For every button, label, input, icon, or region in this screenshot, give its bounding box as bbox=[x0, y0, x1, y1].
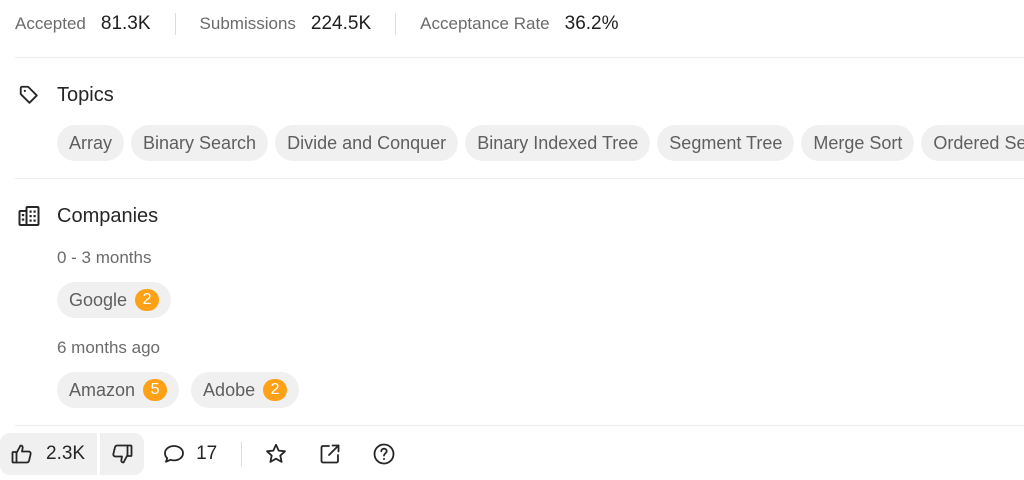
companies-header[interactable]: Companies bbox=[17, 204, 158, 228]
toolbar-divider bbox=[241, 442, 243, 466]
company-chip-amazon[interactable]: Amazon 5 bbox=[57, 372, 180, 408]
acceptance-rate-label: Acceptance Rate bbox=[420, 14, 550, 33]
accepted-label: Accepted bbox=[15, 14, 86, 33]
problem-info-panel: Accepted 81.3K Submissions 224.5K Accept… bbox=[0, 0, 1024, 480]
submissions-stat: Submissions 224.5K bbox=[200, 13, 372, 35]
acceptance-rate-stat: Acceptance Rate 36.2% bbox=[420, 13, 618, 35]
stats-row: Accepted 81.3K Submissions 224.5K Accept… bbox=[15, 12, 619, 36]
star-icon bbox=[264, 442, 288, 466]
topic-chip[interactable]: Array bbox=[57, 125, 125, 161]
acceptance-rate-value: 36.2% bbox=[564, 13, 619, 34]
bottom-toolbar: 2.3K 17 bbox=[0, 433, 396, 475]
company-list: Google 2 bbox=[57, 282, 178, 318]
like-count: 2.3K bbox=[46, 443, 86, 464]
share-icon bbox=[318, 442, 342, 466]
topic-chip[interactable]: Merge Sort bbox=[801, 125, 915, 161]
company-name: Amazon bbox=[69, 379, 136, 400]
section-divider bbox=[15, 425, 1024, 426]
section-divider bbox=[15, 57, 1024, 58]
dislike-button[interactable] bbox=[100, 433, 145, 475]
topics-title: Topics bbox=[57, 83, 114, 106]
topic-chip[interactable]: Divide and Conquer bbox=[275, 125, 459, 161]
comment-icon bbox=[162, 442, 186, 466]
company-count-badge: 2 bbox=[263, 379, 288, 401]
tag-icon bbox=[17, 83, 41, 107]
company-name: Google bbox=[69, 289, 128, 310]
favorite-button[interactable] bbox=[264, 442, 288, 466]
companies-title: Companies bbox=[57, 204, 159, 227]
help-button[interactable] bbox=[372, 442, 396, 466]
topic-chip[interactable]: Binary Search bbox=[131, 125, 269, 161]
period-label: 0 - 3 months bbox=[57, 248, 152, 267]
stat-divider bbox=[174, 13, 176, 35]
help-icon bbox=[372, 442, 396, 466]
topics-list: Array Binary Search Divide and Conquer B… bbox=[57, 125, 1024, 161]
share-button[interactable] bbox=[318, 442, 342, 466]
company-chip-adobe[interactable]: Adobe 2 bbox=[191, 372, 300, 408]
submissions-label: Submissions bbox=[199, 14, 296, 33]
company-list: Amazon 5 Adobe 2 bbox=[57, 372, 306, 408]
company-name: Adobe bbox=[203, 379, 256, 400]
thumbs-up-icon bbox=[10, 442, 34, 466]
stat-divider bbox=[395, 13, 397, 35]
accepted-value: 81.3K bbox=[100, 13, 151, 34]
company-chip-google[interactable]: Google 2 bbox=[57, 282, 172, 318]
section-divider bbox=[15, 178, 1024, 179]
company-count-badge: 5 bbox=[143, 379, 168, 401]
comment-count: 17 bbox=[196, 443, 218, 464]
topic-chip[interactable]: Ordered Set bbox=[921, 125, 1024, 161]
building-icon bbox=[17, 204, 41, 228]
like-button[interactable]: 2.3K bbox=[0, 433, 98, 475]
accepted-stat: Accepted 81.3K bbox=[15, 13, 151, 35]
company-count-badge: 2 bbox=[135, 289, 160, 311]
topics-header[interactable]: Topics bbox=[17, 83, 114, 107]
submissions-value: 224.5K bbox=[310, 13, 372, 34]
thumbs-down-icon bbox=[110, 442, 134, 466]
period-label: 6 months ago bbox=[57, 338, 161, 357]
comments-button[interactable]: 17 bbox=[162, 442, 217, 466]
topic-chip[interactable]: Binary Indexed Tree bbox=[465, 125, 651, 161]
topic-chip[interactable]: Segment Tree bbox=[657, 125, 795, 161]
